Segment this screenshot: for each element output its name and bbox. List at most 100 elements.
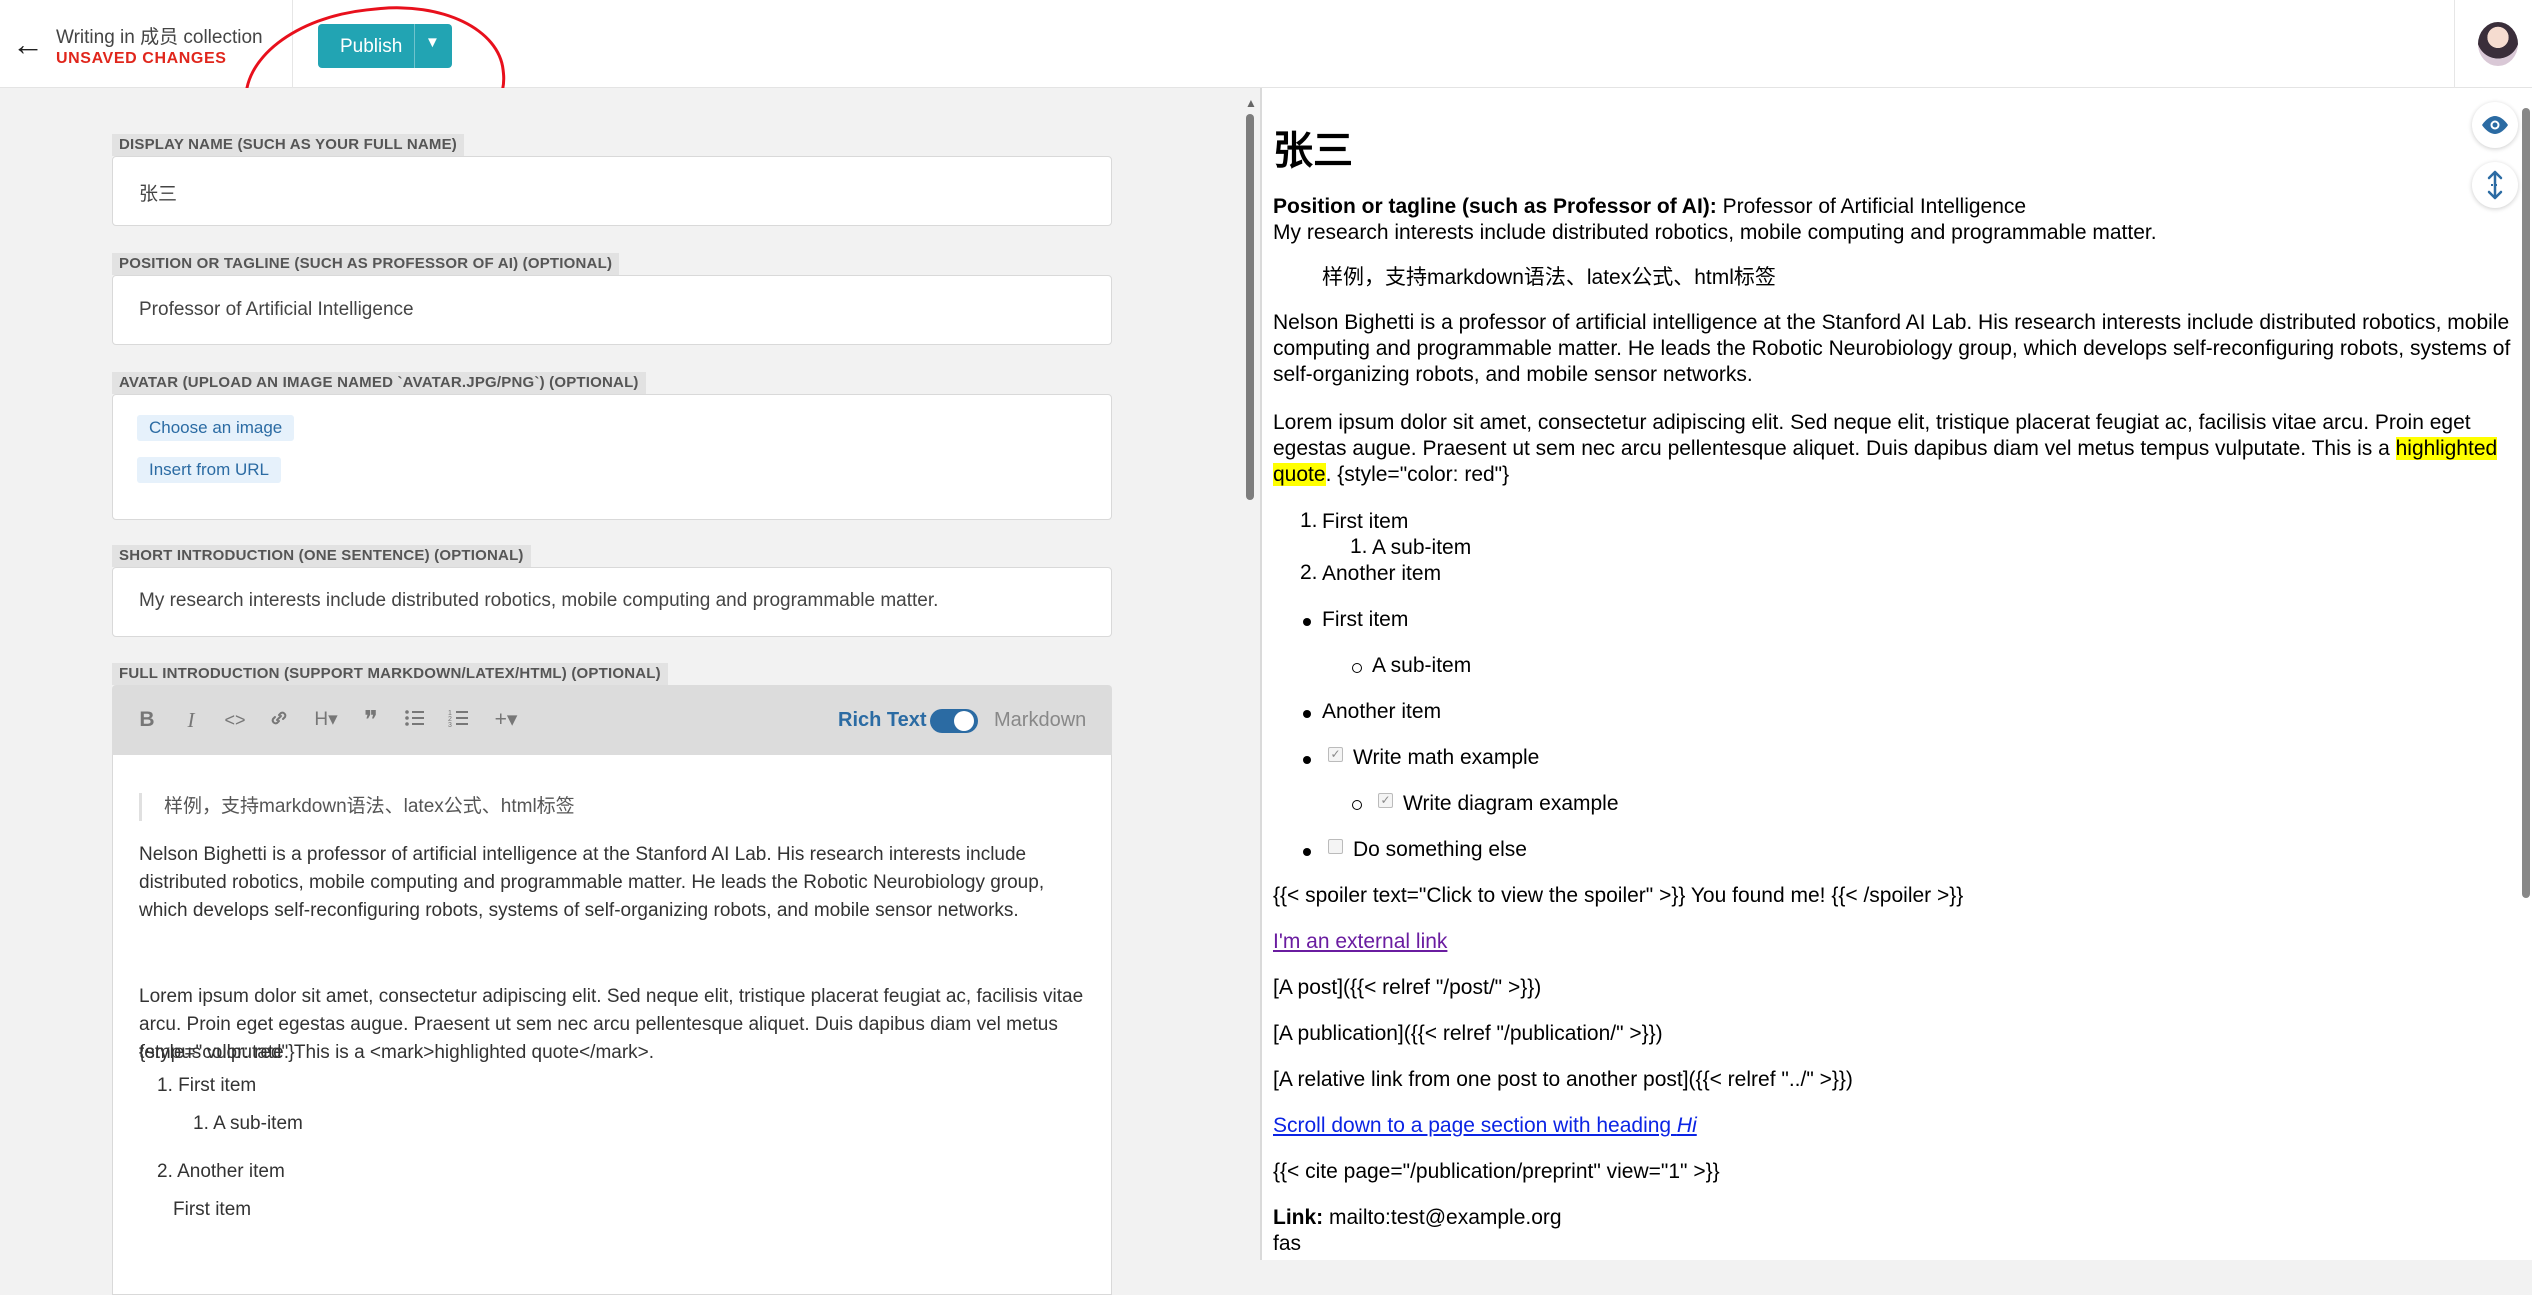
preview-title: 张三 [1273, 129, 1353, 173]
link-value: mailto:test@example.org [1323, 1206, 1562, 1229]
scroll-up-arrow-icon[interactable]: ▲ [1245, 96, 1257, 110]
back-arrow-icon[interactable]: ← [10, 26, 46, 62]
preview-paragraph-2-style: . {style="color: red"} [1325, 463, 1510, 486]
short-intro-input[interactable]: My research interests include distribute… [112, 567, 1112, 637]
preview-paragraph-1: Nelson Bighetti is a professor of artifi… [1273, 311, 2511, 386]
sync-scroll-icon [2487, 170, 2503, 200]
editor-pane: DISPLAY NAME (SUCH AS YOUR FULL NAME) 张三… [0, 88, 1258, 1295]
task-subitem: Write diagram example [1403, 792, 1619, 815]
italic-icon[interactable]: I [176, 707, 206, 733]
editor-scroll-thumb[interactable] [1246, 114, 1254, 500]
short-intro-value: My research interests include distribute… [139, 590, 939, 611]
preview-scrollbar[interactable] [2520, 88, 2532, 1260]
publish-button[interactable]: Publish ▼ [318, 24, 452, 68]
section-scroll-link[interactable]: Scroll down to a page section with headi… [1273, 1113, 1697, 1139]
ol-item: Another item [1322, 562, 1442, 585]
post-relref: [A post]({{< relref "/post/" >}}) [1273, 976, 1542, 999]
task-item: Write math example [1353, 746, 1540, 769]
bullet-icon [1303, 756, 1311, 764]
publish-split-divider [414, 24, 415, 68]
short-intro-label: SHORT INTRODUCTION (ONE SENTENCE) (OPTIO… [112, 545, 531, 567]
eye-icon [2482, 116, 2508, 134]
ul-subitem: A sub-item [1372, 654, 1472, 677]
checked-checkbox-icon: ✓ [1378, 793, 1393, 808]
editor-paragraph-2-style: {style="color: red"} [139, 1042, 295, 1063]
preview-scroll-thumb[interactable] [2522, 108, 2530, 898]
external-link[interactable]: I'm an external link [1273, 929, 1447, 955]
preview-paragraph-2: Lorem ipsum dolor sit amet, consectetur … [1273, 410, 2523, 488]
publication-relref: [A publication]({{< relref "/publication… [1273, 1022, 1663, 1045]
editor-paragraph-1: Nelson Bighetti is a professor of artifi… [139, 844, 1045, 921]
collection-label: Writing in 成员 collection [56, 27, 263, 48]
spoiler-shortcode: {{< spoiler text="Click to view the spoi… [1273, 884, 1964, 907]
task-item: Do something else [1353, 838, 1527, 861]
editor-list-item: 2. Another item [157, 1161, 285, 1182]
code-icon[interactable]: <> [220, 707, 250, 733]
toggle-knob [954, 711, 974, 731]
unchecked-checkbox-icon [1328, 839, 1343, 854]
fas-text: fas [1273, 1232, 1302, 1255]
editor-mode-toggle[interactable] [930, 709, 978, 733]
cite-shortcode: {{< cite page="/publication/preprint" vi… [1273, 1160, 1720, 1183]
position-input[interactable]: Professor of Artificial Intelligence [112, 275, 1112, 345]
rich-text-mode-label[interactable]: Rich Text [838, 709, 927, 732]
ul-item: Another item [1322, 700, 1442, 723]
editor-toolbar: B I <> H▾ ❞ 123 +▾ Rich Text Markdown [112, 685, 1112, 755]
full-intro-label: FULL INTRODUCTION (SUPPORT MARKDOWN/LATE… [112, 663, 668, 685]
bulleted-list-icon[interactable] [400, 707, 430, 736]
insert-from-url-button[interactable]: Insert from URL [137, 457, 281, 483]
user-avatar[interactable] [2478, 22, 2518, 66]
preview-blockquote: 样例，支持markdown语法、latex公式、html标签 [1322, 266, 1776, 289]
editor-list-item: 1. First item [157, 1075, 257, 1096]
bullet-icon [1303, 710, 1311, 718]
publish-dropdown-caret-icon[interactable]: ▼ [425, 34, 440, 51]
rich-text-editor[interactable]: 样例，支持markdown语法、latex公式、html标签 Nelson Bi… [112, 755, 1112, 1295]
preview-toggle-button[interactable] [2472, 102, 2518, 148]
link-label: Link: [1273, 1206, 1324, 1229]
preview-position: Position or tagline (such as Professor o… [1273, 194, 2026, 220]
ol-number: 1. [1350, 535, 1368, 558]
sub-bullet-icon [1352, 800, 1362, 810]
sub-bullet-icon [1352, 663, 1362, 673]
editor-list-subitem: 1. A sub-item [193, 1113, 303, 1134]
numbered-list-icon[interactable]: 123 [444, 707, 474, 736]
ol-subitem: A sub-item [1372, 536, 1472, 559]
ul-item: First item [1322, 608, 1409, 631]
markdown-mode-label[interactable]: Markdown [994, 709, 1086, 732]
preview-paragraph-2-text: Lorem ipsum dolor sit amet, consectetur … [1273, 411, 2471, 460]
sync-scroll-button[interactable] [2472, 162, 2518, 208]
display-name-label: DISPLAY NAME (SUCH AS YOUR FULL NAME) [112, 134, 464, 156]
publish-label: Publish [340, 36, 403, 57]
preview-position-value: Professor of Artificial Intelligence [1716, 195, 2027, 218]
editor-blockquote: 样例，支持markdown语法、latex公式、html标签 [139, 793, 575, 821]
heading-icon[interactable]: H▾ [308, 707, 344, 733]
section-scroll-link-heading: Hi [1676, 1114, 1697, 1137]
display-name-value: 张三 [139, 184, 178, 205]
position-label: POSITION OR TAGLINE (SUCH AS PROFESSOR O… [112, 253, 620, 275]
choose-image-button[interactable]: Choose an image [137, 415, 295, 441]
ol-number: 1. [1300, 509, 1318, 532]
unsaved-status: UNSAVED CHANGES [56, 50, 227, 67]
bold-icon[interactable]: B [132, 707, 162, 733]
quote-icon[interactable]: ❞ [356, 707, 386, 733]
link-icon[interactable] [264, 707, 294, 736]
link-line: Link: mailto:test@example.org [1273, 1205, 1562, 1231]
preview-short-intro: My research interests include distribute… [1273, 221, 2157, 244]
section-scroll-link-text: Scroll down to a page section with headi… [1273, 1114, 1677, 1137]
avatar-upload-box: Choose an image Insert from URL [112, 394, 1112, 520]
topbar-divider-right [2454, 0, 2455, 88]
position-value: Professor of Artificial Intelligence [139, 299, 414, 320]
preview-position-label: Position or tagline (such as Professor o… [1273, 195, 1717, 218]
top-bar: ← Writing in 成员 collection UNSAVED CHANG… [0, 0, 2532, 186]
editor-scrollbar[interactable]: ▲ [1244, 96, 1257, 1260]
ol-item: First item [1322, 510, 1409, 533]
display-name-input[interactable]: 张三 [112, 156, 1112, 226]
avatar-label: AVATAR (UPLOAD AN IMAGE NAMED `AVATAR.JP… [112, 372, 646, 394]
add-block-icon[interactable]: +▾ [488, 707, 524, 733]
svg-text:3: 3 [448, 722, 452, 729]
editor-list-item: First item [173, 1199, 252, 1220]
topbar-divider [292, 0, 293, 88]
bullet-icon [1303, 618, 1311, 626]
checked-checkbox-icon: ✓ [1328, 747, 1343, 762]
bullet-icon [1303, 848, 1311, 856]
